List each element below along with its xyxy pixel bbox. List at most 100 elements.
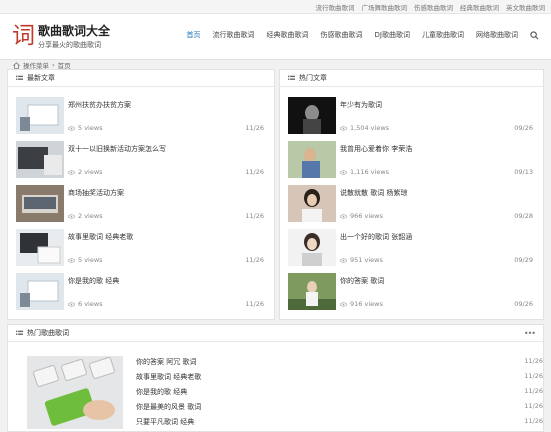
nav-item[interactable]: 经典歌曲歌词 bbox=[267, 30, 309, 40]
post-thumbnail[interactable] bbox=[16, 229, 64, 266]
post-item[interactable]: 出一个好的歌词 张韶涵 951 views 09/29 bbox=[280, 229, 543, 273]
list-icon bbox=[16, 330, 23, 335]
post-thumbnail[interactable] bbox=[16, 185, 64, 222]
post-title[interactable]: 我曾用心爱着你 李荣浩 bbox=[340, 144, 412, 154]
post-title[interactable]: 你的答案 歌词 bbox=[340, 276, 384, 286]
list-item[interactable]: 你是最美的风景 歌词 11/26 bbox=[136, 400, 543, 414]
main-nav: 首页 流行歌曲歌词 经典歌曲歌词 伤感歌曲歌词 DJ歌曲歌词 儿童歌曲歌词 网络… bbox=[187, 30, 539, 40]
post-date: 11/26 bbox=[245, 124, 264, 132]
post-item[interactable]: 你的答案 歌词 916 views 09/26 bbox=[280, 273, 543, 317]
top-link[interactable]: 广场舞歌曲歌词 bbox=[362, 2, 408, 12]
post-title[interactable]: 双十一以旧换新活动方案怎么写 bbox=[68, 144, 166, 154]
panel-header: 最新文章 bbox=[8, 70, 274, 87]
list-item-date: 11/26 bbox=[524, 402, 543, 410]
post-meta: 5 views bbox=[68, 256, 103, 264]
post-thumbnail[interactable] bbox=[288, 141, 336, 178]
nav-item[interactable]: 流行歌曲歌词 bbox=[213, 30, 255, 40]
search-icon[interactable] bbox=[530, 30, 539, 40]
post-title[interactable]: 年少有为歌词 bbox=[340, 100, 382, 110]
feature-thumbnail[interactable] bbox=[27, 356, 123, 429]
post-thumbnail[interactable] bbox=[288, 273, 336, 310]
nav-item[interactable]: 伤感歌曲歌词 bbox=[321, 30, 363, 40]
post-item[interactable]: 年少有为歌词 1,504 views 09/26 bbox=[280, 97, 543, 141]
post-title[interactable]: 故事里歌词 经典老歌 bbox=[68, 232, 133, 242]
post-date: 11/26 bbox=[245, 212, 264, 220]
nav-item[interactable]: 网络歌曲歌词 bbox=[476, 30, 518, 40]
post-thumbnail[interactable] bbox=[288, 185, 336, 222]
list-icon bbox=[16, 75, 23, 80]
post-item[interactable]: 双十一以旧换新活动方案怎么写 2 views 11/26 bbox=[8, 141, 274, 185]
top-link[interactable]: 英文歌曲歌词 bbox=[506, 2, 545, 12]
post-title[interactable]: 说散就散 歌词 杨紫琼 bbox=[340, 188, 407, 198]
more-icon[interactable]: ••• bbox=[524, 329, 536, 338]
post-meta: 2 views bbox=[68, 212, 103, 220]
post-title[interactable]: 出一个好的歌词 张韶涵 bbox=[340, 232, 412, 242]
list-item-date: 11/26 bbox=[524, 357, 543, 365]
list-item-title[interactable]: 你是最美的风景 歌词 bbox=[136, 402, 201, 412]
post-date: 11/26 bbox=[245, 256, 264, 264]
post-date: 11/26 bbox=[245, 168, 264, 176]
eye-icon bbox=[68, 169, 75, 175]
nav-item[interactable]: 儿童歌曲歌词 bbox=[422, 30, 464, 40]
list-item[interactable]: 你是我的歌 经典 11/26 bbox=[136, 385, 543, 399]
post-item[interactable]: 商场抽奖活动方案 2 views 11/26 bbox=[8, 185, 274, 229]
list-icon bbox=[288, 75, 295, 80]
post-date: 09/13 bbox=[514, 168, 533, 176]
eye-icon bbox=[340, 257, 347, 263]
view-count: 5 views bbox=[78, 256, 103, 264]
eye-icon bbox=[68, 257, 75, 263]
eye-icon bbox=[340, 169, 347, 175]
list-item-title[interactable]: 故事里歌词 经典老歌 bbox=[136, 372, 201, 382]
eye-icon bbox=[68, 301, 75, 307]
eye-icon bbox=[340, 301, 347, 307]
site-subtitle: 分享最火的歌曲歌词 bbox=[38, 41, 101, 49]
post-meta: 951 views bbox=[340, 256, 383, 264]
post-item[interactable]: 我曾用心爱着你 李荣浩 1,116 views 09/13 bbox=[280, 141, 543, 185]
nav-item[interactable]: DJ歌曲歌词 bbox=[375, 30, 410, 40]
post-item[interactable]: 故事里歌词 经典老歌 5 views 11/26 bbox=[8, 229, 274, 273]
top-link[interactable]: 流行歌曲歌词 bbox=[316, 2, 355, 12]
list-item[interactable]: 你的答案 阿冗 歌词 11/26 bbox=[136, 355, 543, 369]
post-thumbnail[interactable] bbox=[16, 97, 64, 134]
post-date: 09/26 bbox=[514, 300, 533, 308]
panel-header: 热门文章 bbox=[280, 70, 543, 87]
site-title[interactable]: 歌曲歌词大全 bbox=[38, 22, 110, 39]
list-item[interactable]: 只要平凡歌词 经典 11/26 bbox=[136, 415, 543, 429]
post-thumbnail[interactable] bbox=[288, 229, 336, 266]
post-meta: 1,116 views bbox=[340, 168, 389, 176]
post-item[interactable]: 郑州扶贫办扶贫方案 5 views 11/26 bbox=[8, 97, 274, 141]
post-meta: 1,504 views bbox=[340, 124, 389, 132]
post-title[interactable]: 你是我的歌 经典 bbox=[68, 276, 119, 286]
post-date: 09/28 bbox=[514, 212, 533, 220]
list-item[interactable]: 故事里歌词 经典老歌 11/26 bbox=[136, 370, 543, 384]
breadcrumb-separator: › bbox=[52, 61, 55, 69]
logo-icon[interactable]: 词 bbox=[12, 22, 35, 51]
view-count: 2 views bbox=[78, 168, 103, 176]
nav-item-home[interactable]: 首页 bbox=[187, 30, 201, 40]
panel-title: 热门歌曲歌词 bbox=[27, 329, 69, 337]
post-meta: 966 views bbox=[340, 212, 383, 220]
post-thumbnail[interactable] bbox=[288, 97, 336, 134]
post-meta: 5 views bbox=[68, 124, 103, 132]
hot-posts-panel: 热门文章 年少有为歌词 1,504 views 09/26 我曾用心爱着你 李荣… bbox=[279, 69, 544, 320]
post-thumbnail[interactable] bbox=[16, 273, 64, 310]
post-item[interactable]: 说散就散 歌词 杨紫琼 966 views 09/28 bbox=[280, 185, 543, 229]
list-item-title[interactable]: 你是我的歌 经典 bbox=[136, 387, 187, 397]
top-link[interactable]: 伤感歌曲歌词 bbox=[414, 2, 453, 12]
list-item-title[interactable]: 你的答案 阿冗 歌词 bbox=[136, 357, 196, 367]
view-count: 6 views bbox=[78, 300, 103, 308]
view-count: 916 views bbox=[350, 300, 383, 308]
post-item[interactable]: 你是我的歌 经典 6 views 11/26 bbox=[8, 273, 274, 317]
post-title[interactable]: 郑州扶贫办扶贫方案 bbox=[68, 100, 131, 110]
post-date: 09/29 bbox=[514, 256, 533, 264]
site-header: 词 歌曲歌词大全 分享最火的歌曲歌词 首页 流行歌曲歌词 经典歌曲歌词 伤感歌曲… bbox=[0, 14, 551, 60]
post-title[interactable]: 商场抽奖活动方案 bbox=[68, 188, 124, 198]
post-thumbnail[interactable] bbox=[16, 141, 64, 178]
top-link[interactable]: 经典歌曲歌词 bbox=[460, 2, 499, 12]
view-count: 5 views bbox=[78, 124, 103, 132]
view-count: 1,116 views bbox=[350, 168, 390, 176]
list-item-title[interactable]: 只要平凡歌词 经典 bbox=[136, 417, 194, 427]
view-count: 966 views bbox=[350, 212, 383, 220]
top-bar: 流行歌曲歌词 广场舞歌曲歌词 伤感歌曲歌词 经典歌曲歌词 英文歌曲歌词 bbox=[0, 0, 551, 14]
eye-icon bbox=[68, 213, 75, 219]
